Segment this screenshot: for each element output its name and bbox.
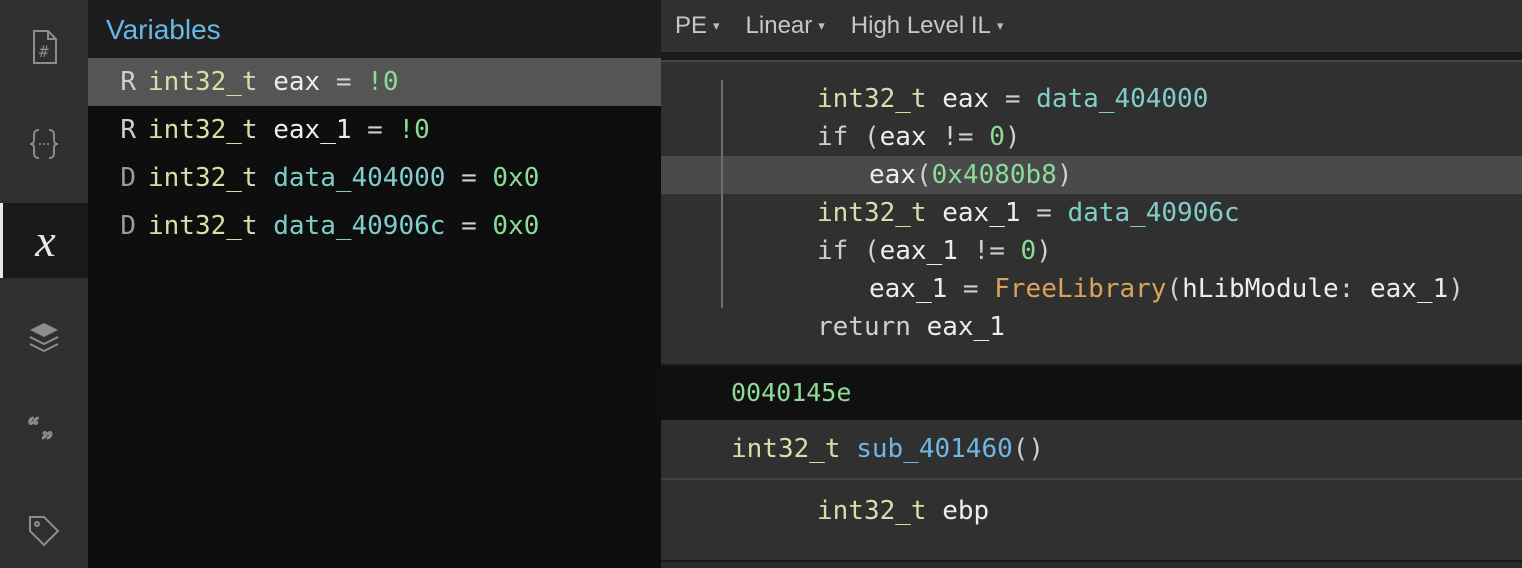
variable-row[interactable]: Dint32_t data_40906c = 0x0 — [88, 202, 661, 250]
code-line[interactable]: int32_t eax_1 = data_40906c — [661, 194, 1522, 232]
code-line[interactable]: eax(0x4080b8) — [661, 156, 1522, 194]
code-block: int32_t eax = data_404000if (eax != 0)ea… — [661, 60, 1522, 366]
toolbar-item-label: High Level IL — [851, 12, 991, 40]
variable-row[interactable]: Rint32_t eax = !0 — [88, 58, 661, 106]
italic-x-icon[interactable]: x — [0, 203, 88, 278]
svg-text:“: “ — [28, 414, 39, 440]
chevron-down-icon: ▾ — [713, 18, 720, 34]
svg-text:#: # — [39, 42, 49, 61]
code-line[interactable]: int32_t ebp — [661, 492, 1522, 530]
address-row[interactable]: 0040145e — [661, 366, 1522, 420]
code-toolbar: PE ▾ Linear ▾ High Level IL ▾ — [661, 0, 1522, 54]
toolbar-item-format[interactable]: PE ▾ — [675, 12, 720, 40]
variables-panel-title: Variables — [88, 0, 661, 58]
chevron-down-icon: ▾ — [818, 18, 825, 34]
braces-icon[interactable] — [0, 107, 88, 182]
chevron-down-icon: ▾ — [997, 18, 1004, 34]
toolbar-item-view[interactable]: Linear ▾ — [746, 12, 825, 40]
address-label: 0040145e — [731, 378, 851, 407]
code-line[interactable]: if (eax != 0) — [661, 118, 1522, 156]
code-line[interactable]: return eax_1 — [661, 308, 1522, 346]
variables-panel: Variables Rint32_t eax = !0Rint32_t eax_… — [88, 0, 661, 568]
file-hash-icon[interactable]: # — [0, 10, 88, 85]
toolbar-item-label: PE — [675, 12, 707, 40]
variables-list: Rint32_t eax = !0Rint32_t eax_1 = !0Dint… — [88, 58, 661, 250]
code-line[interactable]: if (eax_1 != 0) — [661, 232, 1522, 270]
code-line[interactable]: int32_t eax = data_404000 — [661, 80, 1522, 118]
function-signature[interactable]: int32_t sub_401460() — [661, 420, 1522, 478]
svg-text:”: ” — [42, 428, 53, 454]
toolbar-item-label: Linear — [746, 12, 813, 40]
code-line[interactable]: eax_1 = FreeLibrary(hLibModule: eax_1) — [661, 270, 1522, 308]
layers-icon[interactable] — [0, 300, 88, 375]
tag-icon[interactable] — [0, 493, 88, 568]
toolbar-item-il[interactable]: High Level IL ▾ — [851, 12, 1004, 40]
code-panel: PE ▾ Linear ▾ High Level IL ▾ int32_t eax =… — [661, 0, 1522, 568]
code-block: int32_t ebp — [661, 478, 1522, 562]
tool-rail: # x “” — [0, 0, 88, 568]
quotes-icon[interactable]: “” — [0, 397, 88, 472]
variable-row[interactable]: Rint32_t eax_1 = !0 — [88, 106, 661, 154]
code-area[interactable]: int32_t eax = data_404000if (eax != 0)ea… — [661, 54, 1522, 568]
variable-row[interactable]: Dint32_t data_404000 = 0x0 — [88, 154, 661, 202]
